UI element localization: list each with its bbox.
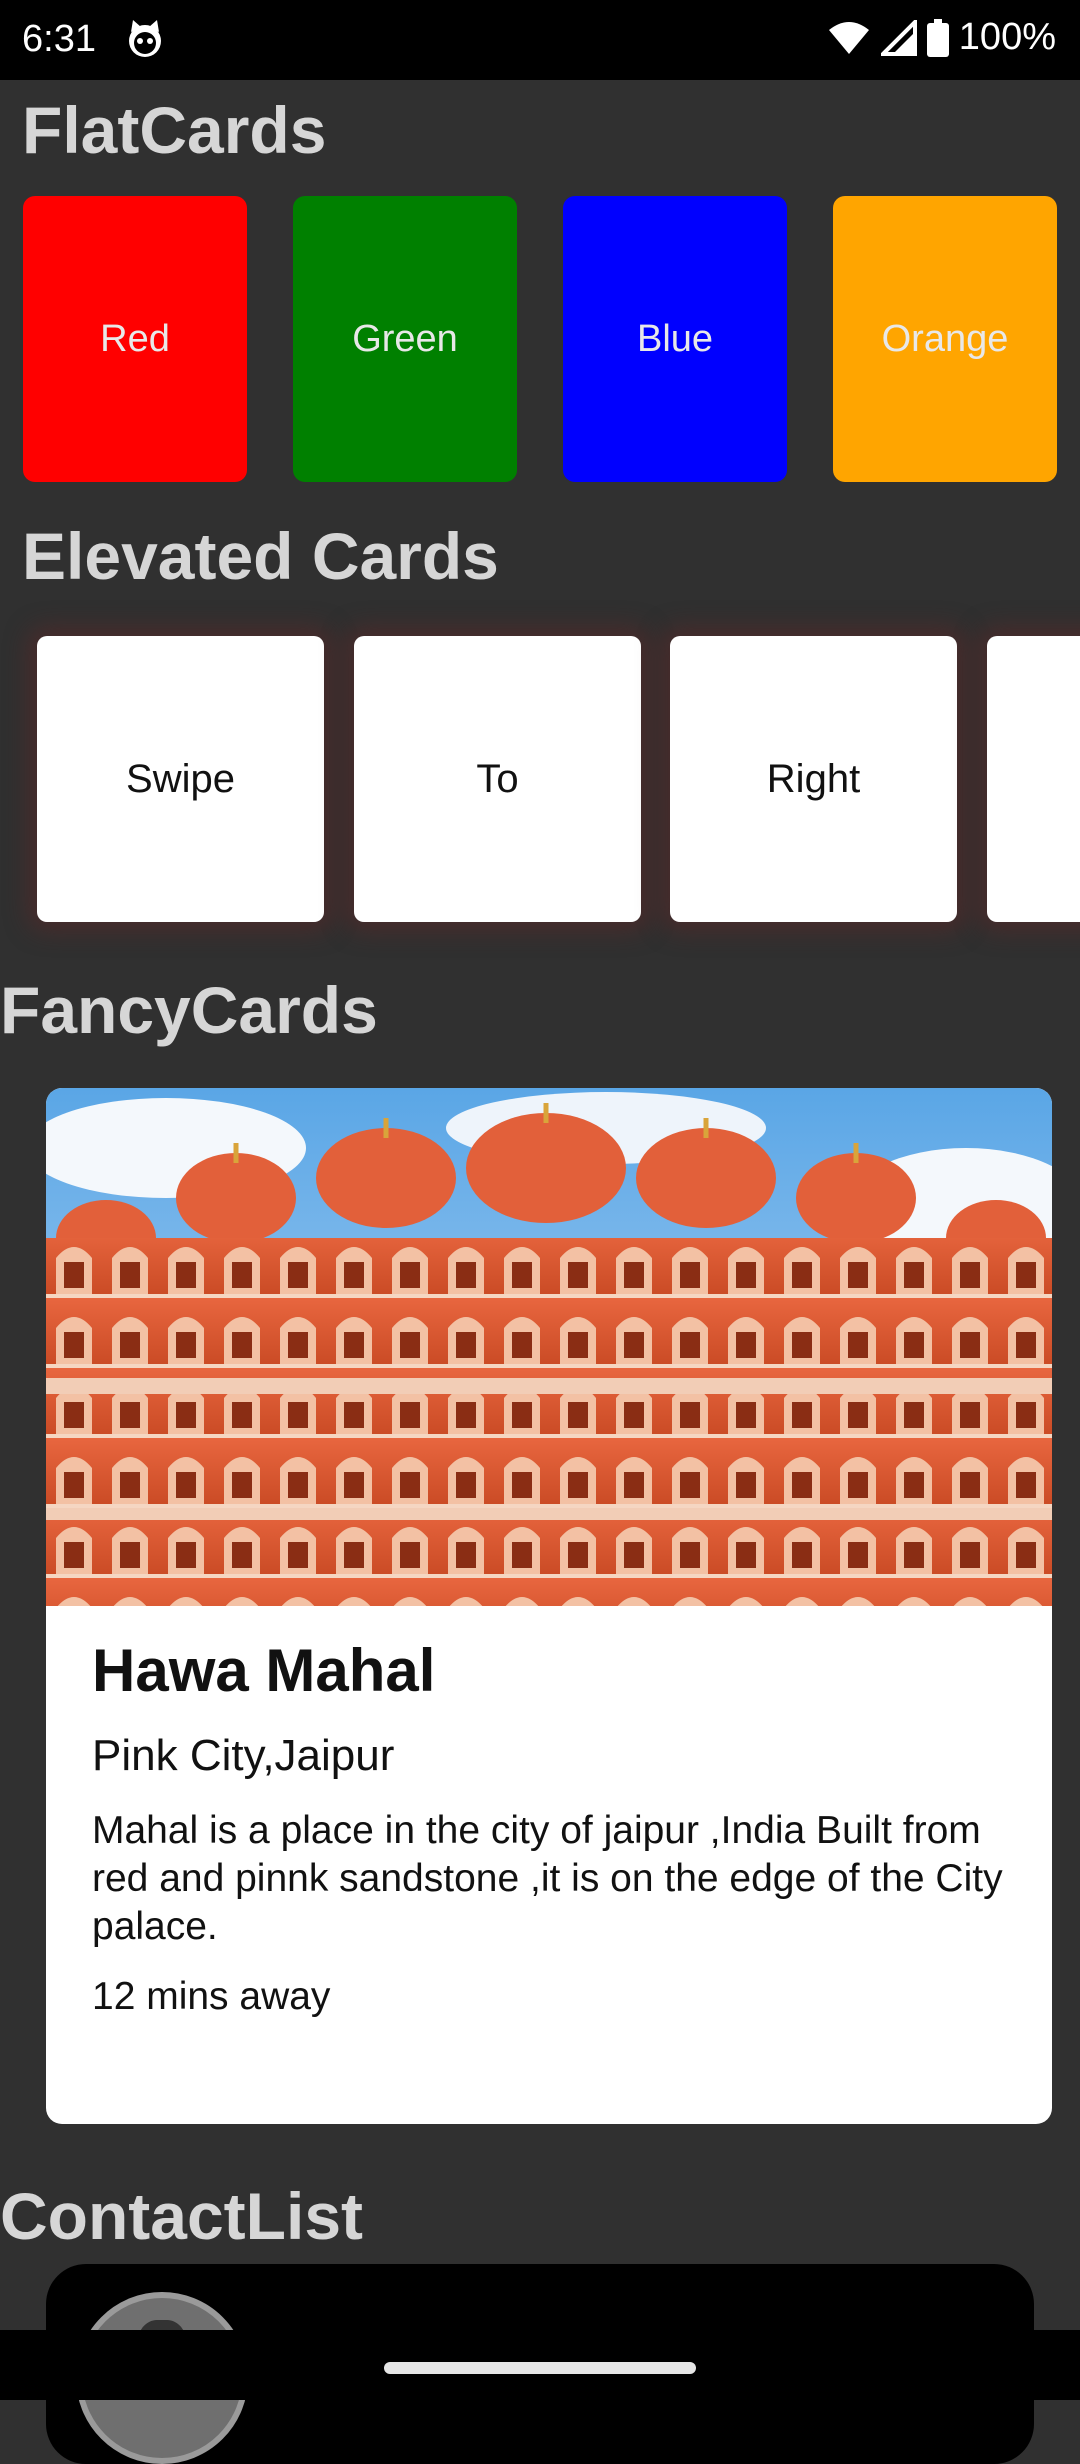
hawa-mahal-image xyxy=(46,1088,1052,1606)
wifi-icon xyxy=(828,21,869,54)
elevated-cards-title: Elevated Cards xyxy=(22,519,499,593)
elevated-cards-scroller[interactable]: Swipe To Right xyxy=(0,600,1080,960)
contact-list-title: ContactList xyxy=(0,2179,363,2253)
flat-card-label: Red xyxy=(100,317,170,360)
battery-level: 100% xyxy=(958,16,1056,58)
elevated-card-label: To xyxy=(476,756,519,801)
fancy-card[interactable]: Hawa Mahal Pink City,Jaipur Mahal is a p… xyxy=(46,1088,1052,2124)
fancy-card-title: Hawa Mahal xyxy=(92,1637,436,1704)
elevated-card-label: Swipe xyxy=(126,756,235,801)
flat-card-label: Orange xyxy=(881,317,1009,360)
cat-face-icon xyxy=(129,20,161,57)
fancy-card-subtitle: Pink City,Jaipur xyxy=(92,1731,395,1780)
flat-card-blue[interactable]: Blue xyxy=(563,196,787,482)
fancy-cards-title: FancyCards xyxy=(0,973,378,1047)
flat-cards-title: FlatCards xyxy=(22,93,327,167)
elevated-card-partial[interactable] xyxy=(987,636,1080,922)
fancy-card-eta: 12 mins away xyxy=(92,1975,331,2018)
elevated-card-swipe[interactable]: Swipe xyxy=(37,636,324,922)
flat-card-green[interactable]: Green xyxy=(293,196,517,482)
flat-card-label: Green xyxy=(352,317,458,360)
battery-icon xyxy=(926,18,949,57)
elevated-card-label: Right xyxy=(766,756,861,801)
status-bar: 6:31 100% xyxy=(0,0,1080,80)
flat-card-orange[interactable]: Orange xyxy=(833,196,1057,482)
fancy-card-description: Mahal is a place in the city of jaipur ,… xyxy=(92,1809,1003,1948)
cell-signal-icon xyxy=(880,19,917,56)
flat-card-red[interactable]: Red xyxy=(23,196,247,482)
elevated-card-right[interactable]: Right xyxy=(670,636,957,922)
elevated-card-to[interactable]: To xyxy=(354,636,641,922)
flat-card-label: Blue xyxy=(636,317,714,360)
status-time: 6:31 xyxy=(22,18,96,60)
home-gesture-handle[interactable] xyxy=(384,2362,696,2374)
